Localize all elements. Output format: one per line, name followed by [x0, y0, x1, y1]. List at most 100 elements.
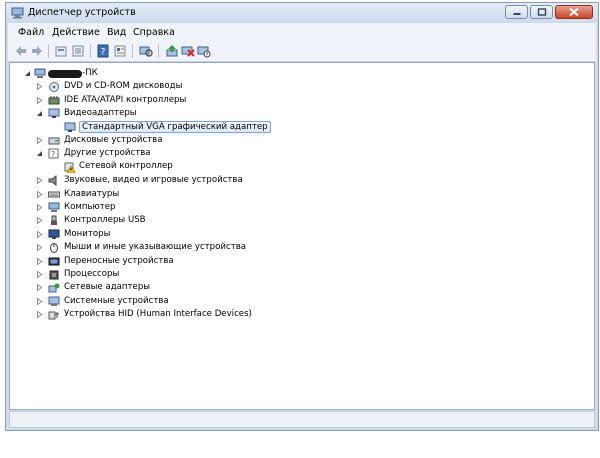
expand-arrow-icon[interactable] — [36, 177, 43, 185]
vga-adapter-icon — [64, 122, 76, 132]
expand-arrow-icon[interactable] — [36, 204, 43, 211]
tree-item-label: Системные устройства — [64, 295, 169, 306]
tree-child-item[interactable]: Стандартный VGA графический адаптер — [18, 120, 271, 134]
tree-item[interactable]: Компьютер — [18, 201, 278, 214]
tree-item-label: Мыши и иные указывающие устройства — [64, 242, 247, 253]
close-button[interactable] — [555, 5, 593, 19]
system-device-icon — [48, 296, 60, 306]
properties-icon[interactable] — [113, 44, 127, 58]
collapse-arrow-icon[interactable] — [36, 150, 43, 157]
network-adapter-icon — [48, 283, 60, 293]
scan-hardware-icon[interactable] — [139, 44, 153, 58]
tree-item-label: Другие устройства — [64, 148, 151, 159]
tree-item[interactable]: Звуковые, видео и игровые устройства — [18, 174, 278, 187]
mouse-icon — [50, 243, 58, 254]
ide-controller-icon — [48, 95, 60, 105]
tree-child-item[interactable]: Сетевой контроллер — [18, 161, 258, 174]
toolbar: ? — [8, 41, 596, 62]
tree-child-label: Сетевой контроллер — [79, 160, 173, 171]
tree-item[interactable]: DVD и CD-ROM дисководы — [18, 80, 278, 93]
tree-item[interactable]: Контроллеры USB — [18, 214, 278, 227]
dvd-drive-icon — [49, 82, 59, 93]
menu-action[interactable]: Действие — [52, 27, 100, 38]
usb-icon — [51, 215, 57, 226]
computer-icon — [34, 68, 46, 78]
computer-icon — [48, 202, 60, 212]
tree-item-label: Сетевые адаптеры — [64, 282, 151, 293]
expand-arrow-icon[interactable] — [36, 311, 43, 319]
tree-item-label: DVD и CD-ROM дисководы — [64, 81, 183, 92]
device-manager-window: Диспетчер устройств Файл Действие Вид Сп… — [5, 2, 599, 431]
collapse-arrow-icon[interactable] — [36, 110, 43, 117]
expand-arrow-icon[interactable] — [36, 230, 43, 238]
disable-device-icon[interactable] — [197, 44, 211, 58]
portable-device-icon — [48, 257, 60, 266]
tree-item-label: Звуковые, видео и игровые устройства — [64, 175, 243, 186]
status-bar — [9, 411, 595, 428]
tree-child-label: Стандартный VGA графический адаптер — [79, 120, 271, 133]
tree-item[interactable]: Видеоадаптеры — [18, 107, 278, 120]
tree-item[interactable]: Системные устройства — [18, 295, 278, 308]
tree-item[interactable]: Мыши и иные указывающие устройства — [18, 241, 278, 254]
tree-item[interactable]: Дисковые устройства — [18, 134, 278, 147]
tree-item[interactable]: Клавиатуры — [18, 188, 278, 201]
hid-icon — [48, 311, 59, 320]
update-driver-icon[interactable] — [165, 44, 179, 58]
tree-item[interactable]: Переносные устройства — [18, 255, 278, 268]
uninstall-device-icon[interactable] — [181, 44, 195, 58]
expand-arrow-icon[interactable] — [36, 297, 43, 305]
tree-item[interactable]: ? Другие устройства — [18, 147, 278, 160]
tree-item-label: Клавиатуры — [64, 188, 120, 199]
toolbar-separator — [132, 44, 133, 58]
tree-root[interactable]: -ПК — [18, 67, 218, 80]
svg-text:?: ? — [101, 48, 106, 58]
expand-arrow-icon[interactable] — [36, 137, 43, 144]
tree-item[interactable]: Сетевые адаптеры — [18, 281, 278, 294]
tree-item[interactable]: IDE ATA/ATAPI контроллеры — [18, 94, 278, 107]
expand-arrow-icon[interactable] — [36, 83, 43, 91]
collapse-arrow-icon[interactable] — [24, 70, 31, 77]
tree-item-label: Устройства HID (Human Interface Devices) — [64, 309, 252, 320]
show-hide-tree-icon[interactable] — [71, 44, 85, 58]
tree-root-label: -ПК — [82, 68, 98, 78]
maximize-icon — [537, 8, 546, 16]
tree-item-label: Компьютер — [64, 202, 116, 212]
maximize-button[interactable] — [530, 5, 553, 19]
tree-item-label: Дисковые устройства — [64, 135, 163, 145]
toolbar-separator — [48, 44, 49, 58]
processor-icon — [49, 270, 59, 280]
window-controls — [503, 5, 593, 20]
svg-text:?: ? — [51, 150, 55, 159]
expand-arrow-icon[interactable] — [36, 257, 43, 265]
minimize-button[interactable] — [505, 5, 528, 19]
close-icon — [569, 7, 579, 17]
toolbar-separator — [90, 44, 91, 58]
expand-arrow-icon[interactable] — [36, 190, 43, 198]
expand-arrow-icon[interactable] — [36, 96, 43, 104]
menu-file[interactable]: Файл — [18, 27, 44, 38]
device-tree-panel[interactable]: -ПК DVD и CD-ROM дисководы IDE ATA/ATAPI … — [9, 62, 595, 410]
warning-device-icon — [64, 162, 76, 173]
title-bar[interactable]: Диспетчер устройств — [6, 3, 598, 23]
tree-item[interactable]: Устройства HID (Human Interface Devices) — [18, 308, 278, 321]
tree-item[interactable]: Мониторы — [18, 228, 278, 241]
tree-item-label: Переносные устройства — [64, 255, 174, 266]
display-adapter-icon — [48, 108, 60, 119]
window-title: Диспетчер устройств — [28, 7, 136, 18]
disk-drive-icon — [48, 137, 60, 145]
help-icon[interactable]: ? — [96, 44, 110, 58]
menu-help[interactable]: Справка — [133, 27, 175, 38]
forward-arrow-icon[interactable] — [30, 44, 44, 58]
menu-view[interactable]: Вид — [107, 27, 126, 38]
expand-arrow-icon[interactable] — [36, 244, 43, 252]
tree-item[interactable]: Процессоры — [18, 268, 278, 281]
unknown-device-icon: ? — [48, 148, 59, 159]
expand-arrow-icon[interactable] — [36, 271, 43, 278]
back-arrow-icon[interactable] — [14, 44, 28, 58]
expand-arrow-icon[interactable] — [36, 217, 43, 225]
tree-item-label: Видеоадаптеры — [64, 108, 137, 119]
expand-arrow-icon[interactable] — [36, 284, 43, 292]
up-folder-icon[interactable] — [54, 44, 68, 58]
tree-item-label: Мониторы — [64, 228, 111, 239]
tree-item-label: Процессоры — [64, 269, 120, 279]
